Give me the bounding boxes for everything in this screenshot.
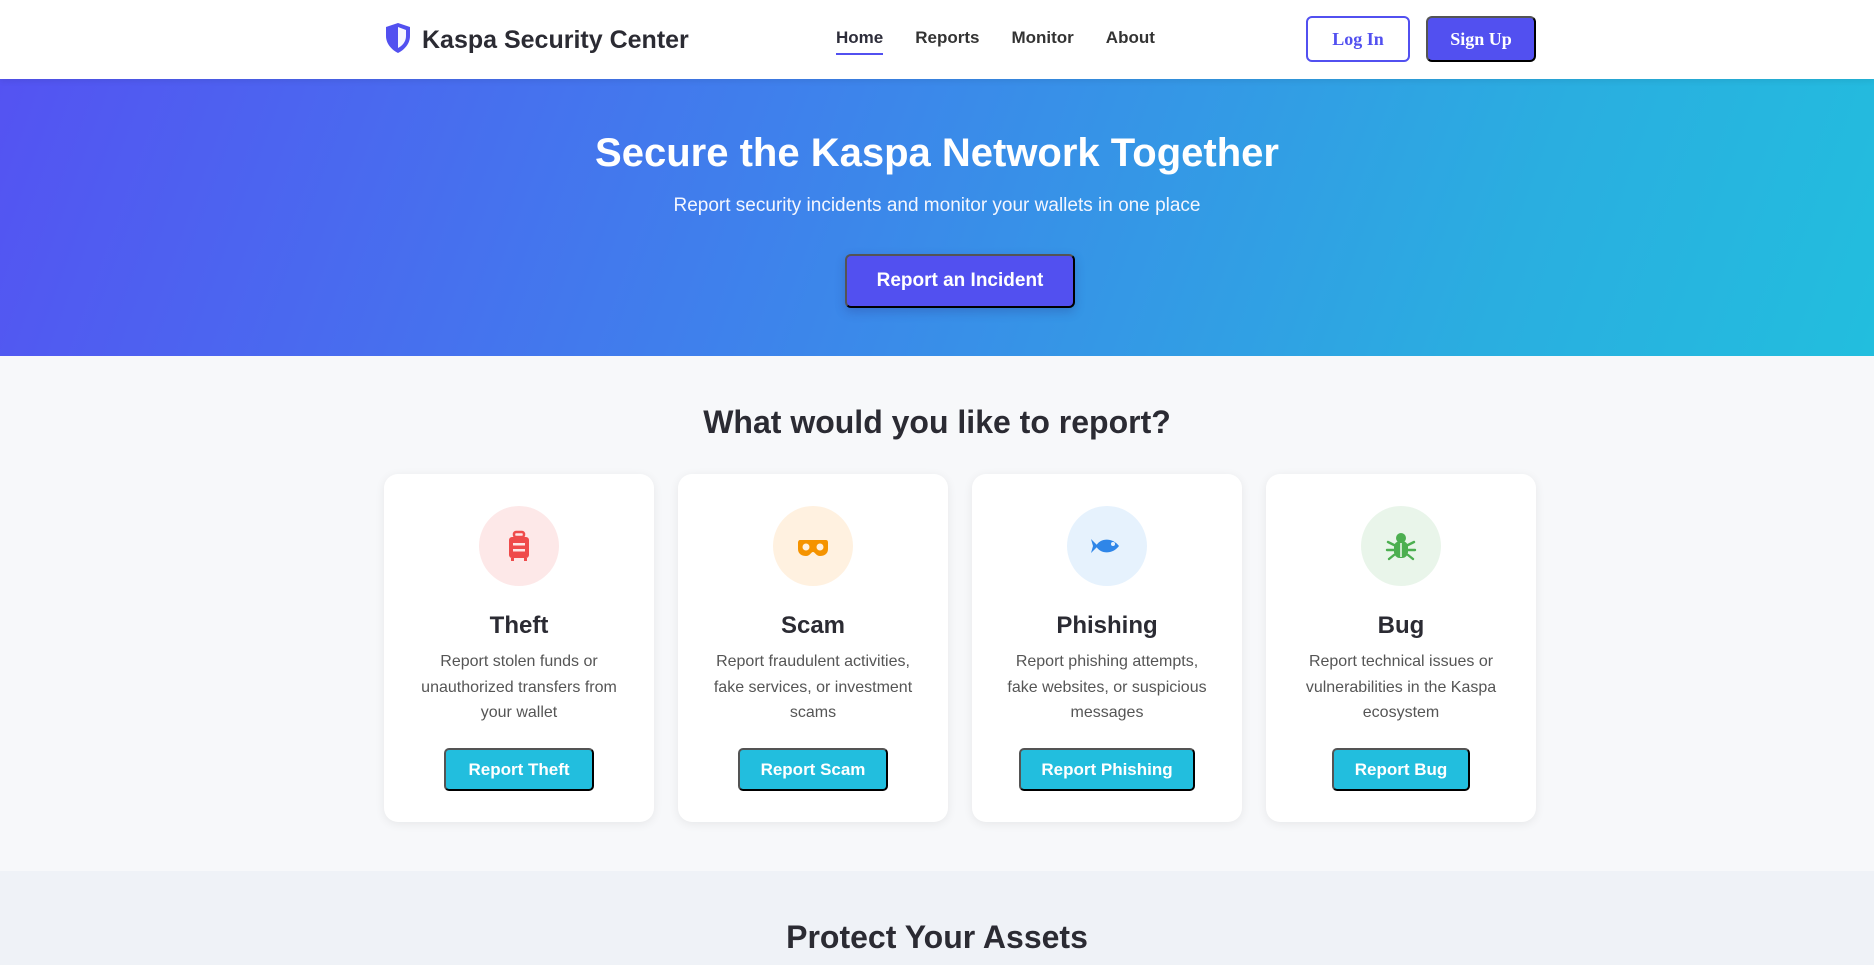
top-navbar: Kaspa Security Center Home Reports Monit… (0, 0, 1874, 79)
protect-section-title: Protect Your Assets (786, 919, 1088, 955)
brand-title: Kaspa Security Center (422, 26, 689, 54)
card-description: Report stolen funds or unauthorized tran… (421, 653, 617, 721)
card-title: Theft (489, 612, 549, 639)
report-phishing-button[interactable]: Report Phishing (1019, 748, 1195, 791)
brand[interactable]: Kaspa Security Center (384, 22, 689, 59)
card-title: Bug (1377, 612, 1425, 639)
nav-link-home[interactable]: Home (836, 28, 884, 55)
report-section-title: What would you like to report? (703, 404, 1171, 440)
nav-link-reports[interactable]: Reports (915, 28, 979, 55)
hero-subtitle: Report security incidents and monitor yo… (673, 195, 1201, 216)
hero-banner: Secure the Kaspa Network Together Report… (0, 79, 1874, 356)
report-scam-button[interactable]: Report Scam (738, 748, 888, 791)
report-card-bug: Bug Report technical issues or vulnerabi… (1266, 474, 1536, 822)
card-title: Scam (780, 612, 846, 639)
nav-link-about[interactable]: About (1106, 28, 1155, 55)
card-description: Report fraudulent activities, fake servi… (713, 653, 913, 721)
protect-section: Protect Your Assets (0, 871, 1874, 965)
report-bug-button[interactable]: Report Bug (1332, 748, 1470, 791)
bug-icon (1361, 506, 1441, 586)
card-title: Phishing (1056, 612, 1158, 639)
auth-buttons: Log In Sign Up (1306, 16, 1536, 62)
report-card-scam: Scam Report fraudulent activities, fake … (678, 474, 948, 822)
report-card-theft: Theft Report stolen funds or unauthorize… (384, 474, 654, 822)
shield-icon (384, 22, 412, 59)
card-description: Report technical issues or vulnerabiliti… (1305, 653, 1497, 721)
fish-icon (1067, 506, 1147, 586)
report-card-phishing: Phishing Report phishing attempts, fake … (972, 474, 1242, 822)
report-incident-button[interactable]: Report an Incident (845, 254, 1075, 308)
nav-link-monitor[interactable]: Monitor (1011, 28, 1073, 55)
signup-button[interactable]: Sign Up (1426, 16, 1536, 62)
hero-title: Secure the Kaspa Network Together (595, 131, 1279, 175)
login-button[interactable]: Log In (1306, 16, 1410, 62)
mask-icon (773, 506, 853, 586)
main-nav: Home Reports Monitor About (836, 28, 1155, 55)
report-theft-button[interactable]: Report Theft (444, 748, 594, 791)
suitcase-icon (479, 506, 559, 586)
card-description: Report phishing attempts, fake websites,… (1007, 653, 1207, 721)
